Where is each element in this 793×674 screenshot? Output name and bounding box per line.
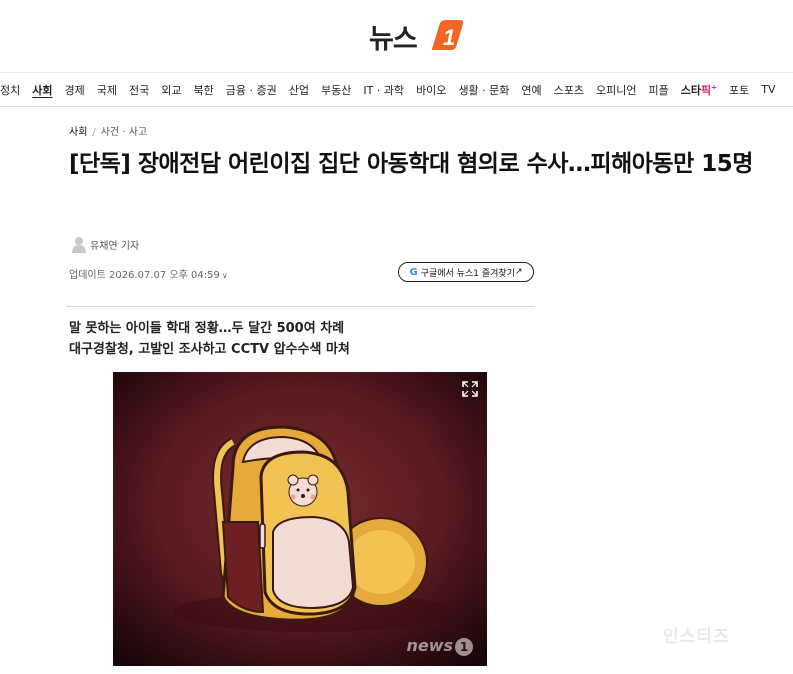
author-name: 유채연 기자 (90, 241, 140, 252)
nav-item[interactable]: 전국 (123, 82, 155, 98)
nav-star-pink: 픽 (701, 83, 712, 97)
site-logo[interactable]: 뉴스 1 (0, 16, 793, 56)
nav-star-sup: + (711, 82, 718, 91)
nav-item[interactable]: 스포츠 (548, 82, 590, 98)
logo-text: 뉴스 (369, 24, 418, 55)
nav-item[interactable]: 연예 (515, 82, 547, 98)
google-button-label: 구글에서 뉴스1 즐겨찾기 (420, 268, 515, 279)
nav-star-prefix: 스타 (680, 83, 702, 97)
nav-item[interactable]: 경제 (59, 82, 91, 98)
google-favorite-button[interactable]: G 구글에서 뉴스1 즐겨찾기 ↗ (398, 262, 534, 282)
nav-item[interactable]: IT · 과학 (357, 82, 410, 98)
nav-item[interactable]: 외교 (155, 82, 187, 98)
breadcrumb-section[interactable]: 사회 (69, 127, 87, 138)
nav-item[interactable]: 국제 (91, 82, 123, 98)
article-headline: [단독] 장애전담 어린이집 집단 아동학대 혐의로 수사…피해아동만 15명 (69, 151, 753, 177)
nav-item[interactable]: 포토 (723, 82, 755, 98)
main-nav: 정치 사회 경제 국제 전국 외교 북한 금융 · 증권 산업 부동산 IT · 과학 바이오 생활 ·… (0, 72, 793, 107)
google-icon: G (409, 266, 418, 278)
backpack-illustration (113, 372, 487, 666)
nav-item[interactable]: 오피니언 (590, 82, 642, 98)
subhead-1: 말 못하는 아이들 학대 정황…두 달간 500여 차례 (69, 321, 345, 336)
nav-item[interactable]: 피플 (643, 82, 675, 98)
divider (66, 306, 535, 307)
subhead-2: 대구경찰청, 고발인 조사하고 CCTV 압수수색 마쳐 (69, 342, 350, 357)
nav-item[interactable]: 부동산 (315, 82, 357, 98)
nav-item[interactable]: 금융 · 증권 (220, 82, 283, 98)
update-timestamp[interactable]: 업데이트 2026.07.07 오후 04:59 ∨ (69, 266, 228, 281)
article-photo[interactable]: news 1 (113, 372, 487, 666)
article-subheads: 말 못하는 아이들 학대 정황…두 달간 500여 차례 대구경찰청, 고발인 … (69, 318, 350, 360)
expand-icon[interactable] (461, 380, 479, 398)
breadcrumb: 사회 / 사건 · 사고 (69, 123, 147, 138)
nav-item[interactable]: 바이오 (410, 82, 452, 98)
photo-watermark-text: news (406, 636, 453, 655)
nav-item[interactable]: 정치 (0, 82, 26, 98)
nav-item[interactable]: 산업 (283, 82, 315, 98)
photo-watermark: news 1 (406, 636, 473, 656)
avatar-icon (72, 237, 86, 253)
nav-item[interactable]: 북한 (188, 82, 220, 98)
page-watermark: 인스티즈 (663, 627, 730, 647)
nav-item[interactable]: TV (755, 83, 781, 96)
nav-item[interactable]: 생활 · 문화 (452, 82, 515, 98)
update-text: 업데이트 2026.07.07 오후 04:59 (69, 270, 220, 281)
nav-item[interactable]: 사회 (26, 82, 58, 98)
nav-item-star-pick[interactable]: 스타픽+ (675, 82, 723, 98)
breadcrumb-separator: / (92, 127, 96, 138)
breadcrumb-subsection[interactable]: 사건 · 사고 (101, 127, 147, 138)
external-link-icon: ↗ (514, 267, 523, 277)
chevron-down-icon: ∨ (221, 271, 228, 280)
byline[interactable]: 유채연 기자 (72, 236, 139, 253)
logo-one-icon: 1 (431, 20, 464, 50)
logo-mark-text: 1 (443, 25, 455, 50)
photo-watermark-mark: 1 (455, 638, 473, 656)
